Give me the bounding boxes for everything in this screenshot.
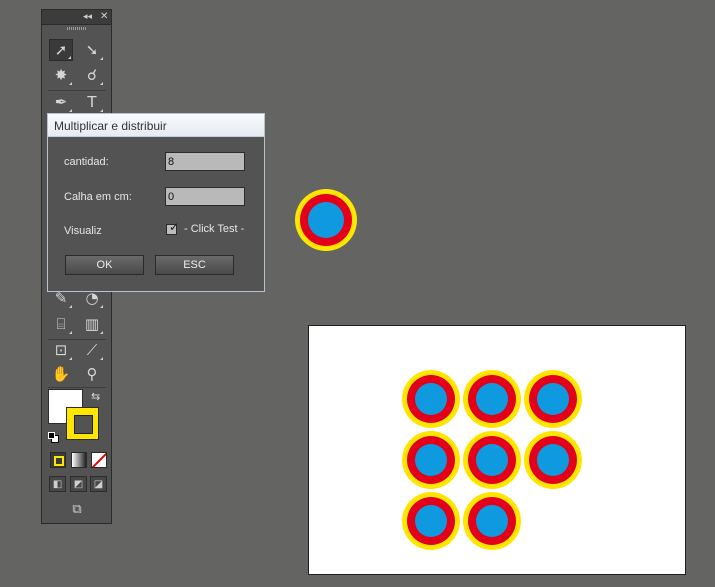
target-circle-object[interactable]: [295, 189, 357, 251]
blue-center: [415, 444, 447, 476]
blue-center: [415, 505, 447, 537]
stroke-swatch[interactable]: [66, 407, 99, 440]
multiply-distribute-dialog: Multiplicar e distribuir cantidad: Calha…: [47, 113, 265, 292]
preview-label: Visualiz: [64, 225, 102, 237]
zoom-magnifier-icon[interactable]: ⚲: [80, 363, 104, 385]
artboard-icon[interactable]: ⊡: [49, 339, 73, 361]
tool-separator: [48, 387, 106, 388]
blue-center: [537, 383, 569, 415]
default-fill-stroke-icon[interactable]: [48, 432, 59, 443]
draw-normal-icon[interactable]: ◧: [49, 476, 66, 492]
target-circle-copy[interactable]: [463, 431, 521, 489]
gutter-field[interactable]: [165, 187, 245, 206]
gradient-mode-button[interactable]: [71, 452, 87, 468]
esc-button[interactable]: ESC: [155, 255, 234, 275]
pen-nib-icon[interactable]: ✒: [49, 91, 73, 113]
close-icon[interactable]: ✕: [100, 10, 108, 23]
blue-center: [476, 383, 508, 415]
double-chevron-left-icon[interactable]: ◂◂: [83, 11, 92, 23]
target-circle-copy[interactable]: [402, 370, 460, 428]
target-circle-copy[interactable]: [524, 431, 582, 489]
color-mode-button[interactable]: [50, 452, 66, 468]
ok-button[interactable]: OK: [65, 255, 144, 275]
artboard[interactable]: [308, 325, 686, 575]
dialog-titlebar[interactable]: Multiplicar e distribuir: [48, 114, 264, 137]
symbol-sprayer-icon[interactable]: ⌸: [49, 313, 73, 335]
click-test-checkbox[interactable]: ✓: [166, 220, 180, 235]
tools-panel-titlebar[interactable]: ◂◂ ✕: [42, 10, 111, 25]
gutter-label: Calha em cm:: [64, 191, 132, 203]
blue-center: [537, 444, 569, 476]
bar-graph-icon[interactable]: ▥: [80, 313, 104, 335]
blue-center: [308, 202, 344, 238]
blue-center: [476, 505, 508, 537]
quantity-field[interactable]: [165, 152, 245, 171]
blue-center: [415, 383, 447, 415]
quantity-label: cantidad:: [64, 156, 109, 168]
arrow-cursor-icon[interactable]: ➚: [49, 39, 73, 61]
target-circle-copy[interactable]: [524, 370, 582, 428]
draw-behind-icon[interactable]: ◩: [70, 476, 87, 492]
magic-wand-icon[interactable]: ✸: [49, 64, 73, 86]
swap-fill-stroke-icon[interactable]: ⇆: [91, 390, 100, 403]
hand-icon[interactable]: ✋: [49, 363, 73, 385]
draw-inside-icon[interactable]: ◪: [90, 476, 107, 492]
target-circle-copy[interactable]: [402, 431, 460, 489]
slice-knife-icon[interactable]: ⟋: [80, 339, 104, 361]
screen-mode-icon[interactable]: ⧉: [66, 501, 88, 517]
blue-center: [476, 444, 508, 476]
target-circle-copy[interactable]: [402, 492, 460, 550]
target-circle-copy[interactable]: [463, 492, 521, 550]
click-test-label: - Click Test -: [184, 223, 245, 235]
panel-grip-icon[interactable]: [67, 27, 87, 30]
none-mode-button[interactable]: [91, 452, 107, 468]
type-icon[interactable]: T: [80, 91, 104, 113]
dialog-title: Multiplicar e distribuir: [54, 119, 167, 133]
checkmark-icon: ✓: [169, 220, 180, 234]
hollow-arrow-icon[interactable]: ➘: [80, 39, 104, 61]
target-circle-copy[interactable]: [463, 370, 521, 428]
lasso-icon[interactable]: ☌: [80, 64, 104, 86]
